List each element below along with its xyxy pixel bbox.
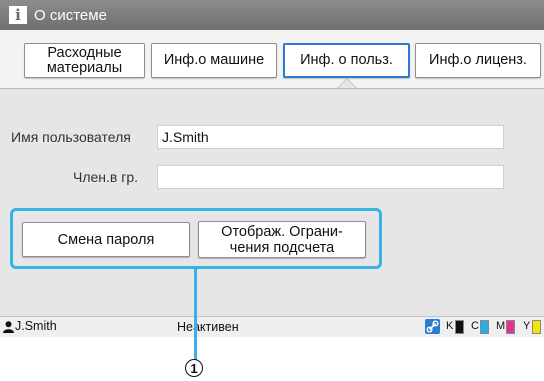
change-password-button[interactable]: Смена пароля	[22, 222, 190, 257]
ink-c-level	[480, 320, 489, 334]
status-state: Неактивен	[177, 320, 239, 334]
tab-user-info[interactable]: Инф. о польз.	[283, 43, 410, 78]
info-icon: i	[9, 6, 27, 24]
tab-machine-info[interactable]: Инф.о машине	[151, 43, 277, 78]
ink-k-level	[455, 320, 464, 334]
status-user-name: J.Smith	[15, 319, 57, 333]
ink-m-label: M	[496, 320, 506, 332]
system-info-screen: i О системе Расходные материалы Инф.о ма…	[0, 0, 544, 337]
callout-number: 1	[185, 359, 203, 377]
tab-license-info[interactable]: Инф.о лиценз.	[415, 43, 541, 78]
group-field	[157, 165, 504, 189]
ink-m-level	[506, 320, 515, 334]
ink-y-level	[532, 320, 541, 334]
username-field: J.Smith	[157, 125, 504, 149]
group-label: Член.в гр.	[73, 169, 139, 185]
window-title: О системе	[34, 6, 107, 24]
active-tab-pointer	[337, 78, 357, 88]
ink-k-label: K	[446, 320, 454, 332]
connection-icon	[425, 319, 440, 334]
tab-consumables[interactable]: Расходные материалы	[24, 43, 145, 78]
user-icon	[3, 321, 14, 333]
ink-c-label: C	[471, 320, 479, 332]
status-bar: J.Smith Неактивен K C M Y	[0, 316, 544, 337]
callout-line	[194, 268, 197, 360]
title-bar: i О системе	[0, 0, 544, 30]
tab-bar: Расходные материалы Инф.о машине Инф. о …	[0, 30, 544, 89]
ink-y-label: Y	[523, 320, 531, 332]
display-count-limits-button[interactable]: Отображ. Ограни- чения подсчета	[198, 221, 366, 258]
username-label: Имя пользователя	[11, 129, 131, 145]
